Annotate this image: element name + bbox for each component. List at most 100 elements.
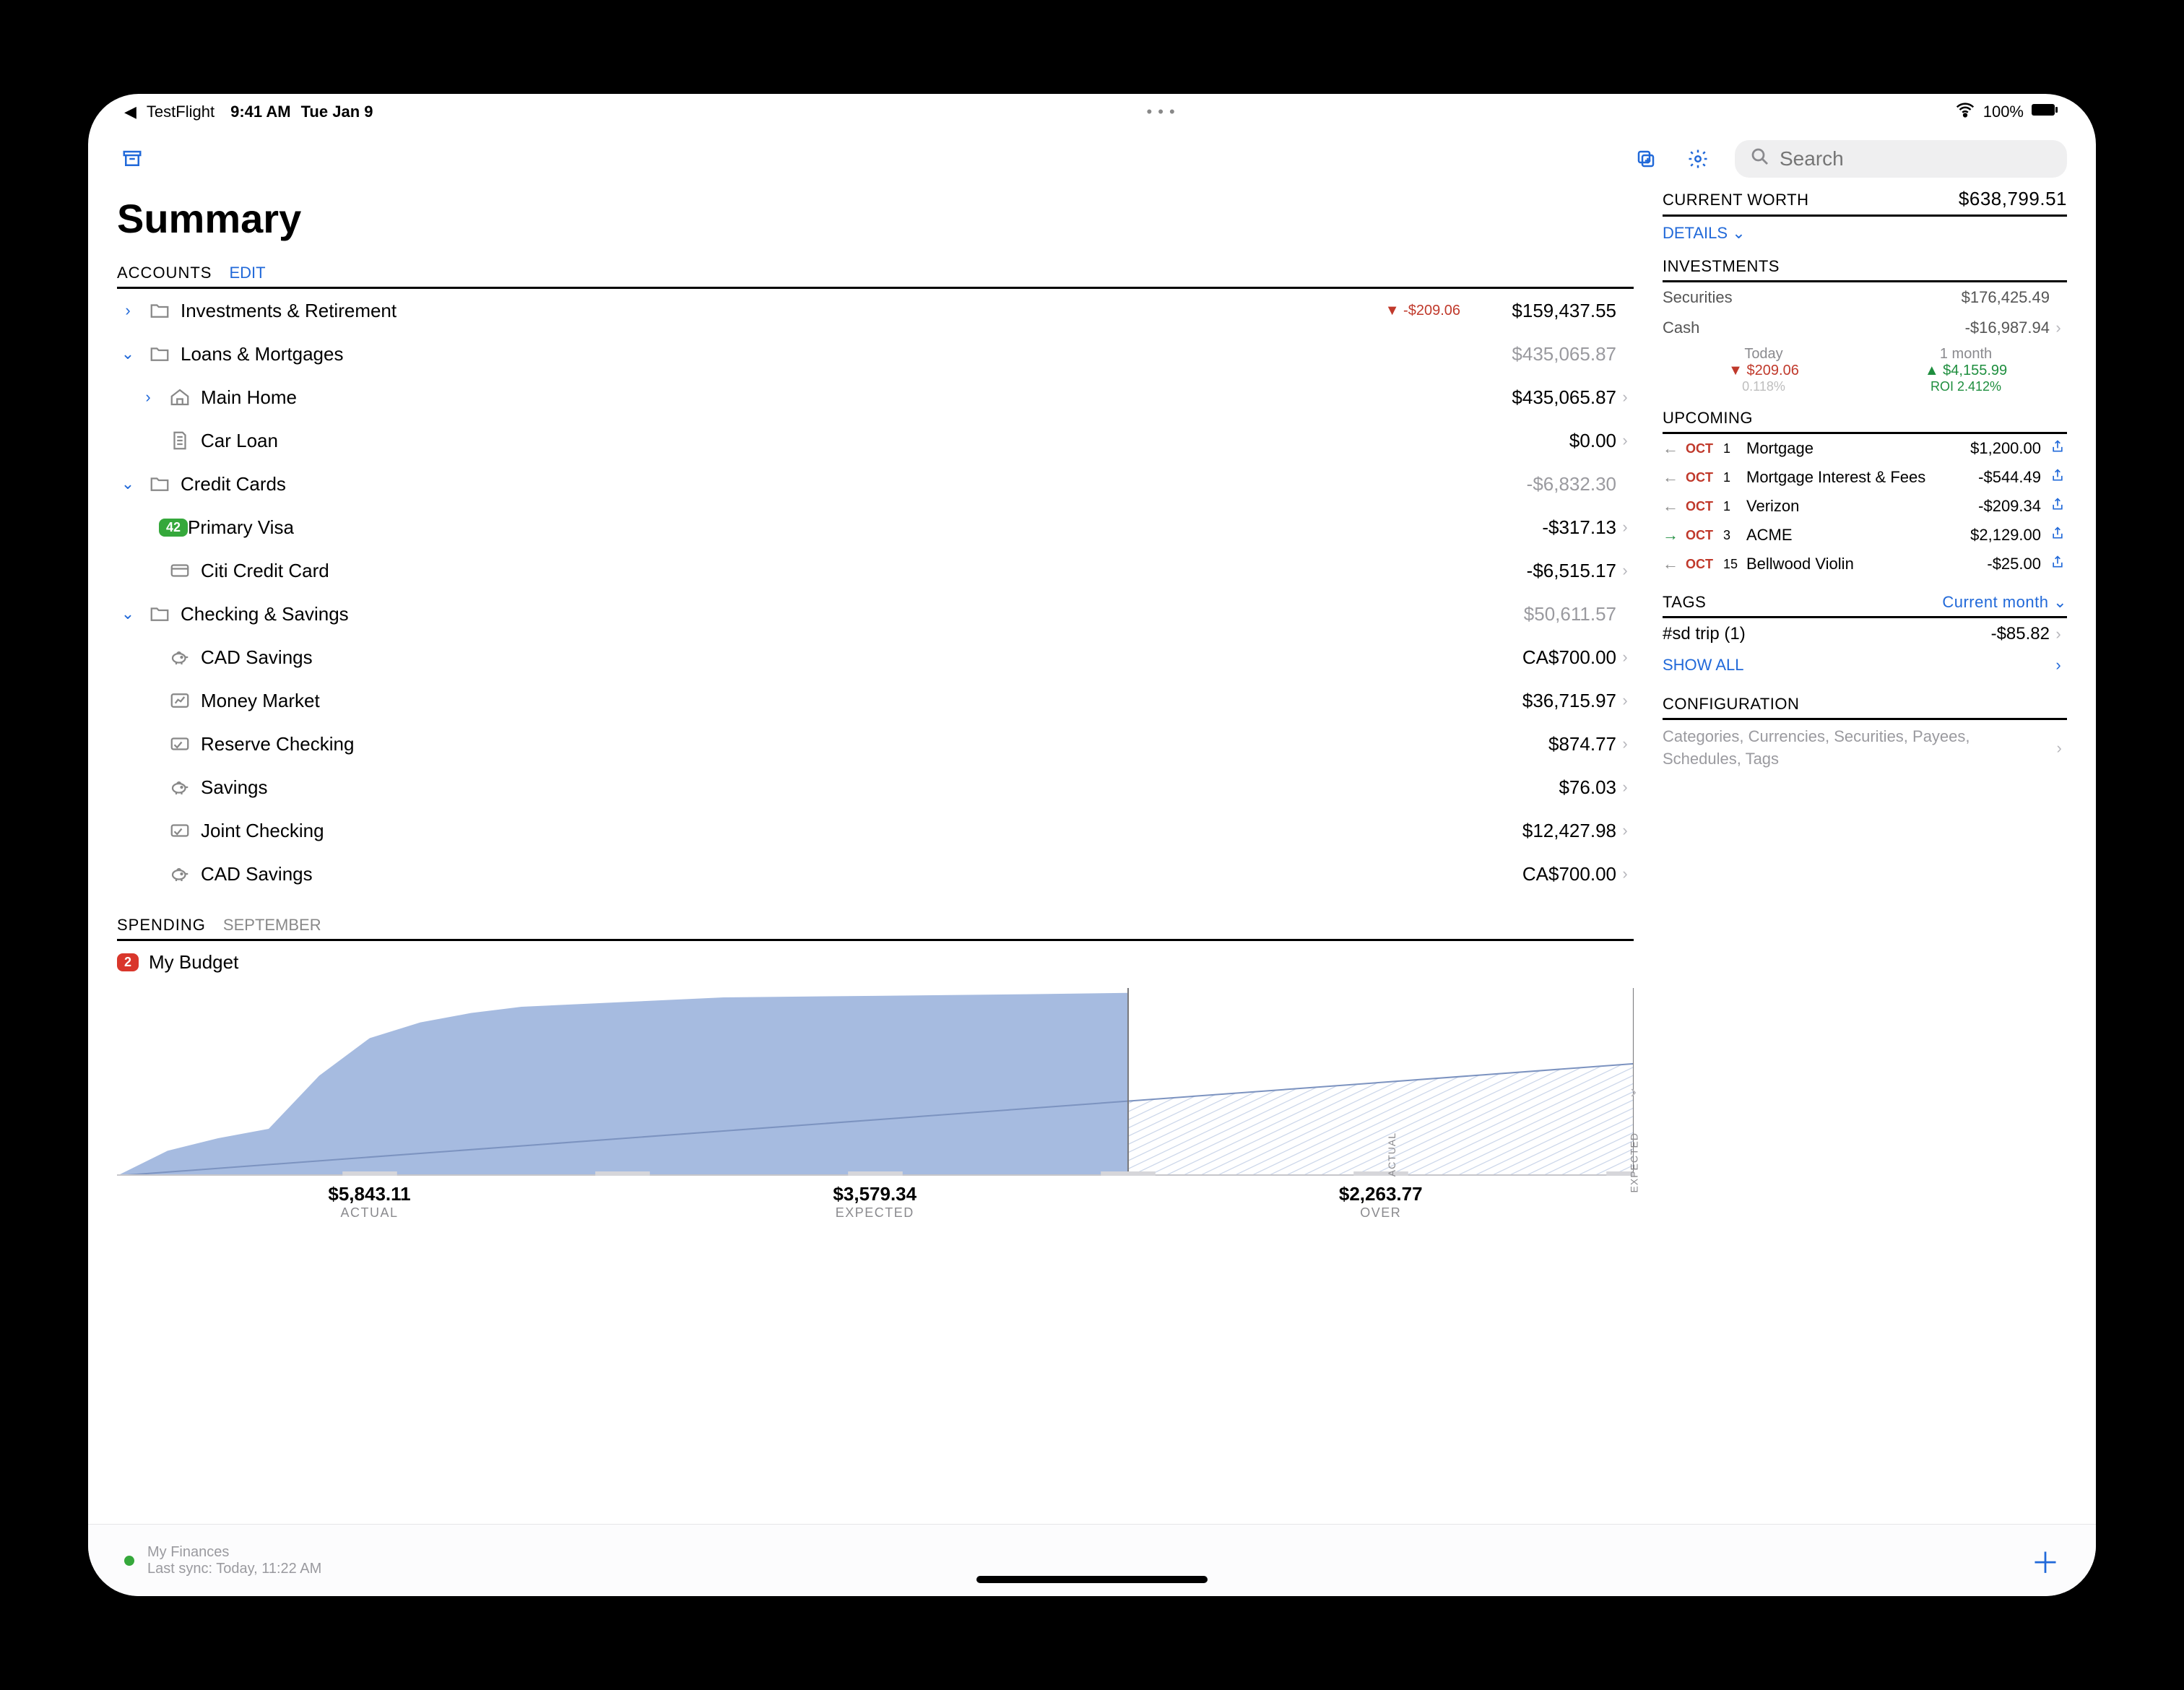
chevron-right-icon: › xyxy=(2050,656,2067,675)
details-link[interactable]: DETAILS ⌄ xyxy=(1663,224,1746,242)
archive-icon[interactable] xyxy=(117,144,147,174)
account-row[interactable]: › Main Home $435,065.87 › xyxy=(117,376,1634,419)
disclosure-icon[interactable]: ⌄ xyxy=(117,604,139,623)
upcoming-month: OCT xyxy=(1686,557,1716,572)
upcoming-day: 1 xyxy=(1723,499,1739,514)
account-row[interactable]: Car Loan $0.00 › xyxy=(117,419,1634,462)
upcoming-row[interactable]: ← OCT 1 Verizon -$209.34 xyxy=(1663,492,2067,521)
account-row[interactable]: ⌄ Credit Cards -$6,832.30 xyxy=(117,462,1634,506)
upcoming-day: 15 xyxy=(1723,557,1739,572)
upcoming-name: Mortgage xyxy=(1746,439,1963,458)
status-date: Tue Jan 9 xyxy=(301,103,373,121)
account-name: Money Market xyxy=(201,690,1472,712)
chevron-right-icon[interactable]: › xyxy=(1630,1080,1637,1103)
account-row[interactable]: Savings $76.03 › xyxy=(117,766,1634,809)
configuration-row[interactable]: Categories, Currencies, Securities, Paye… xyxy=(1663,720,2067,776)
account-amount: $435,065.87 xyxy=(1472,386,1616,409)
folder-icon xyxy=(146,473,173,495)
accounts-header: ACCOUNTS EDIT xyxy=(117,264,1634,289)
disclosure-icon[interactable]: ⌄ xyxy=(117,474,139,493)
chevron-right-icon: › xyxy=(1616,821,1634,840)
tags-header: TAGS Current month ⌄ xyxy=(1663,593,2067,618)
chevron-right-icon: › xyxy=(1616,691,1634,710)
account-row[interactable]: Joint Checking $12,427.98 › xyxy=(117,809,1634,852)
current-worth-value: $638,799.51 xyxy=(1959,188,2067,210)
account-row[interactable]: 42 Primary Visa -$317.13 › xyxy=(117,506,1634,549)
chevron-right-icon: › xyxy=(2050,318,2067,337)
share-icon[interactable] xyxy=(2048,468,2067,487)
upcoming-month: OCT xyxy=(1686,499,1716,514)
account-name: Primary Visa xyxy=(188,516,1472,539)
spending-month: SEPTEMBER xyxy=(223,916,321,935)
budget-row[interactable]: 2 My Budget xyxy=(117,951,1634,974)
upcoming-row[interactable]: ← OCT 1 Mortgage $1,200.00 xyxy=(1663,434,2067,463)
share-icon[interactable] xyxy=(2048,439,2067,458)
document-name: My Finances xyxy=(147,1544,321,1561)
back-app-name[interactable]: TestFlight xyxy=(147,103,214,121)
account-name: Savings xyxy=(201,776,1472,799)
folder-icon xyxy=(146,343,173,365)
upcoming-month: OCT xyxy=(1686,528,1716,543)
chevron-right-icon: › xyxy=(2050,625,2067,644)
investments-performance: Today ▼ $209.06 0.118% 1 month ▲ $4,155.… xyxy=(1663,343,2067,394)
tags-filter[interactable]: Current month ⌄ xyxy=(1942,593,2067,612)
account-amount: -$6,832.30 xyxy=(1472,473,1616,495)
upcoming-name: Mortgage Interest & Fees xyxy=(1746,468,1971,487)
chevron-down-icon: ⌄ xyxy=(1732,224,1745,242)
disclosure-icon[interactable]: ⌄ xyxy=(117,344,139,363)
upcoming-row[interactable]: ← OCT 1 Mortgage Interest & Fees -$544.4… xyxy=(1663,463,2067,492)
back-chevron-icon[interactable]: ◀ xyxy=(124,103,136,121)
direction-arrow-icon: ← xyxy=(1663,468,1678,487)
tag-row[interactable]: #sd trip (1) -$85.82 › xyxy=(1663,618,2067,650)
share-icon[interactable] xyxy=(2048,526,2067,545)
account-amount: -$317.13 xyxy=(1472,516,1616,539)
account-row[interactable]: ⌄ Loans & Mortgages $435,065.87 xyxy=(117,332,1634,376)
share-icon[interactable] xyxy=(2048,555,2067,573)
disclosure-icon[interactable]: › xyxy=(117,301,139,320)
home-icon xyxy=(166,386,194,408)
account-row[interactable]: CAD Savings CA$700.00 › xyxy=(117,636,1634,679)
investments-header: INVESTMENTS xyxy=(1663,257,2067,282)
upcoming-amount: -$209.34 xyxy=(1978,497,2041,516)
configuration-header: CONFIGURATION xyxy=(1663,695,2067,720)
account-row[interactable]: Money Market $36,715.97 › xyxy=(117,679,1634,722)
account-amount: $159,437.55 xyxy=(1472,300,1616,322)
disclosure-icon[interactable]: › xyxy=(137,388,159,407)
account-amount: $12,427.98 xyxy=(1472,820,1616,842)
plus-icon[interactable]: ＋ xyxy=(2031,1540,2060,1582)
accounts-edit-link[interactable]: EDIT xyxy=(229,264,265,282)
app-toolbar xyxy=(88,130,2096,188)
tags-show-all[interactable]: SHOW ALL › xyxy=(1663,650,2067,680)
investments-cash-row[interactable]: Cash -$16,987.94 › xyxy=(1663,313,2067,343)
share-icon[interactable] xyxy=(2048,497,2067,516)
upcoming-row[interactable]: ← OCT 15 Bellwood Violin -$25.00 xyxy=(1663,550,2067,578)
account-row[interactable]: CAD Savings CA$700.00 › xyxy=(117,852,1634,896)
chart-expected-value: $3,579.34 xyxy=(833,1183,916,1205)
piggy-icon xyxy=(166,863,194,885)
sync-status-dot xyxy=(124,1556,134,1566)
account-row[interactable]: Reserve Checking $874.77 › xyxy=(117,722,1634,766)
direction-arrow-icon: ← xyxy=(1663,555,1678,573)
chevron-right-icon: › xyxy=(1616,648,1634,667)
chevron-right-icon: › xyxy=(1616,561,1634,580)
battery-pct: 100% xyxy=(1983,103,2024,121)
chart-expected-marker: EXPECTED xyxy=(1628,1132,1639,1192)
multitask-dots[interactable]: ••• xyxy=(373,103,1954,121)
account-amount: CA$700.00 xyxy=(1472,863,1616,885)
account-row[interactable]: ⌄ Checking & Savings $50,611.57 xyxy=(117,592,1634,636)
check-icon xyxy=(166,733,194,755)
spending-chart[interactable]: ACTUAL EXPECTED › $5,843.11ACTUAL $3,579… xyxy=(117,988,1634,1219)
search-box[interactable] xyxy=(1735,140,2067,178)
home-indicator[interactable] xyxy=(976,1576,1208,1583)
current-worth-label: CURRENT WORTH xyxy=(1663,191,1808,209)
gear-icon[interactable] xyxy=(1683,144,1713,174)
search-input[interactable] xyxy=(1780,147,2053,170)
upcoming-row[interactable]: → OCT 3 ACME $2,129.00 xyxy=(1663,521,2067,550)
account-name: Reserve Checking xyxy=(201,733,1472,755)
account-row[interactable]: Citi Credit Card -$6,515.17 › xyxy=(117,549,1634,592)
account-row[interactable]: › Investments & Retirement ▼ -$209.06 $1… xyxy=(117,289,1634,332)
account-amount: $76.03 xyxy=(1472,776,1616,799)
chevron-right-icon: › xyxy=(1616,734,1634,753)
duplicate-icon[interactable] xyxy=(1631,144,1661,174)
upcoming-day: 1 xyxy=(1723,470,1739,485)
